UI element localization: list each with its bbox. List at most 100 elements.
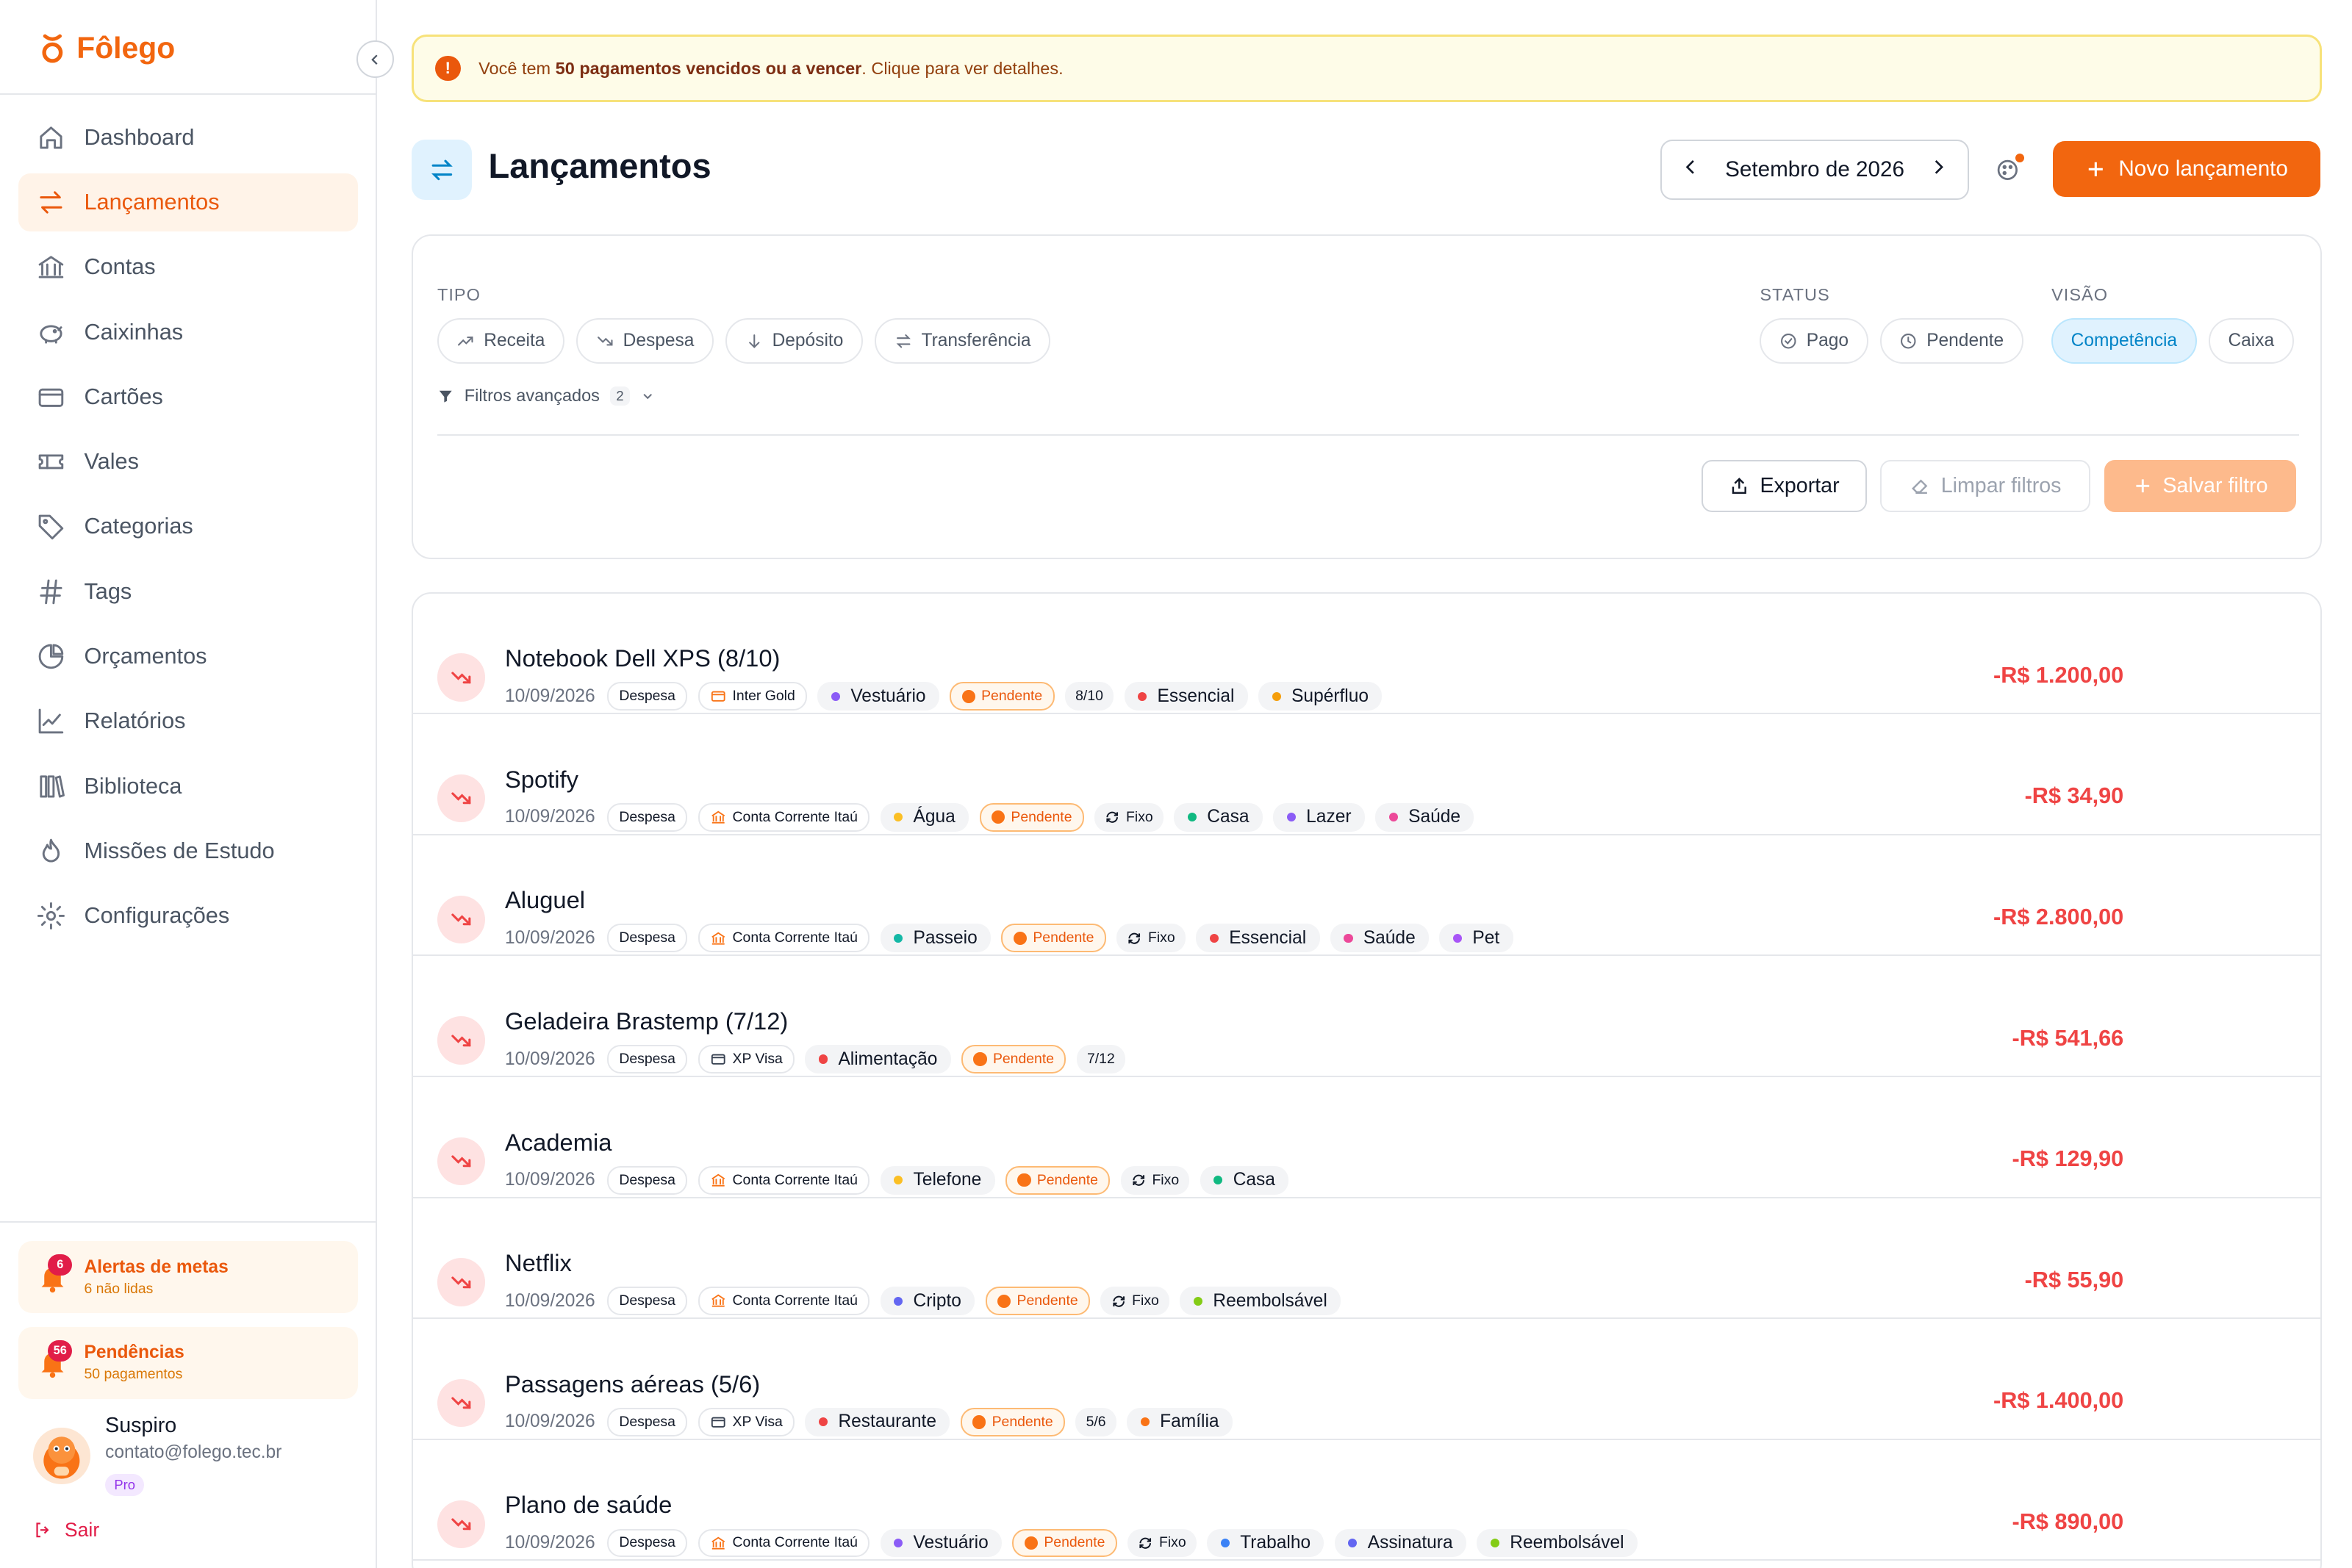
filter-chip-transferencia[interactable]: Transferência: [875, 318, 1051, 364]
sidebar-item-missoes-de-estudo[interactable]: Missões de Estudo: [18, 822, 358, 881]
sidebar-item-orcamentos[interactable]: Orçamentos: [18, 627, 358, 686]
next-month-button[interactable]: [1928, 157, 1949, 184]
transaction-row[interactable]: Plano de saúde 10/09/2026 Despesa Conta Cor…: [413, 1440, 2321, 1561]
tag-dot: [1272, 691, 1281, 701]
filter-chip-caixa[interactable]: Caixa: [2208, 318, 2294, 364]
advanced-filters-label: Filtros avançados: [464, 386, 600, 406]
filter-chip-deposito[interactable]: Depósito: [725, 318, 863, 364]
transaction-meta: 10/09/2026 Despesa XP Visa Alimentação Pende…: [505, 1045, 1126, 1073]
tag-label: Pet: [1472, 927, 1500, 948]
export-button[interactable]: Exportar: [1701, 459, 1867, 513]
filter-chip-pago[interactable]: Pago: [1760, 318, 1868, 364]
page-header: Lançamentos Setembro de 2026 Novo lançam…: [412, 140, 2322, 200]
type-badge: Despesa: [607, 1528, 688, 1558]
tag-label: Família: [1160, 1411, 1219, 1432]
plus-icon: [2089, 162, 2104, 176]
transaction-name: Geladeira Brastemp (7/12): [504, 1007, 789, 1035]
filter-icon: [439, 390, 452, 403]
category-dot: [818, 1054, 828, 1064]
recurring-badge: Fixo: [1100, 1287, 1170, 1316]
sidebar-item-relatorios[interactable]: Relatórios: [18, 692, 358, 751]
collapse-sidebar-button[interactable]: [356, 40, 394, 79]
sidebar-item-biblioteca[interactable]: Biblioteca: [18, 757, 358, 816]
tag-label: Saúde: [1363, 927, 1416, 948]
chip-icon: [1780, 333, 1796, 349]
transaction-row[interactable]: Spotify 10/09/2026 Despesa Conta Corrente I…: [413, 714, 2321, 835]
prev-month-button[interactable]: [1680, 157, 1702, 184]
transaction-amount: -R$ 34,90: [2024, 783, 2124, 809]
account-badge: Conta Corrente Itaú: [698, 1165, 870, 1195]
filter-chip-pendente[interactable]: Pendente: [1879, 318, 2023, 364]
transaction-row[interactable]: Netflix 10/09/2026 Despesa Conta Corrente I…: [413, 1198, 2321, 1320]
pending-card[interactable]: 56 Pendências 50 pagamentos: [18, 1326, 358, 1399]
goal-alerts-card[interactable]: 6 Alertas de metas 6 não lidas: [18, 1241, 358, 1314]
advanced-filters-toggle[interactable]: Filtros avançados 2: [437, 386, 656, 406]
piggy-bank-icon: [40, 325, 62, 344]
category-label: Vestuário: [850, 686, 926, 706]
transaction-row[interactable]: Aluguel 10/09/2026 Despesa Conta Corrente I…: [413, 835, 2321, 957]
tag-chip: Essencial: [1124, 682, 1248, 711]
status-badge: Pendente: [950, 682, 1055, 711]
clear-filters-button[interactable]: Limpar filtros: [1879, 459, 2091, 513]
overdue-banner[interactable]: ! Você tem 50 pagamentos vencidos ou a v…: [412, 35, 2323, 103]
tag-label: Assinatura: [1367, 1532, 1453, 1553]
tag-label: Essencial: [1229, 927, 1307, 948]
category-label: Passeio: [913, 927, 978, 948]
transaction-name: Spotify: [504, 765, 578, 793]
category-chip: Vestuário: [880, 1528, 1003, 1558]
sidebar-item-label: Configurações: [84, 903, 230, 929]
category-label: Alimentação: [838, 1049, 938, 1069]
recurring-badge: Fixo: [1120, 1165, 1190, 1195]
tag-icon: [38, 514, 64, 539]
account-badge: XP Visa: [698, 1407, 795, 1436]
tag-dot: [1344, 933, 1353, 943]
sidebar-item-dashboard[interactable]: Dashboard: [18, 108, 358, 167]
logo-icon: [42, 34, 63, 63]
expense-trend-icon: [437, 653, 486, 702]
save-filter-button[interactable]: Salvar filtro: [2104, 459, 2297, 513]
transaction-row[interactable]: Passagens aéreas (5/6) 10/09/2026 Despesa X…: [413, 1319, 2321, 1440]
transaction-row[interactable]: Academia 10/09/2026 Despesa Conta Corrente …: [413, 1077, 2321, 1198]
tag-label: Supérfluo: [1291, 686, 1369, 706]
tag-chip: Supérfluo: [1258, 682, 1383, 711]
transaction-list: Notebook Dell XPS (8/10) 10/09/2026 Despes…: [412, 591, 2323, 1568]
transaction-row[interactable]: Notebook Dell XPS (8/10) 10/09/2026 Despes…: [413, 594, 2321, 715]
sidebar-item-vales[interactable]: Vales: [18, 433, 358, 492]
category-label: Cripto: [913, 1290, 961, 1311]
transaction-amount: -R$ 1.400,00: [1993, 1388, 2124, 1414]
sidebar-item-categorias[interactable]: Categorias: [18, 497, 358, 556]
transfer-icon: [412, 140, 473, 200]
sidebar-item-caixinhas[interactable]: Caixinhas: [18, 303, 358, 362]
category-label: Telefone: [913, 1170, 982, 1190]
credit-card-icon: [711, 1054, 725, 1065]
account-label: Conta Corrente Itaú: [732, 1292, 858, 1309]
filter-chip-receita[interactable]: Receita: [437, 318, 564, 364]
chip-icon: [458, 336, 473, 346]
sidebar-item-lancamentos[interactable]: Lançamentos: [18, 173, 358, 232]
sidebar-item-contas[interactable]: Contas: [18, 238, 358, 297]
chip-label: Caixa: [2228, 331, 2275, 351]
logout-label: Sair: [64, 1519, 100, 1542]
alerts-title: Alertas de metas: [84, 1256, 229, 1277]
sidebar-item-cartoes[interactable]: Cartões: [18, 367, 358, 426]
new-transaction-button[interactable]: Novo lançamento: [2053, 141, 2321, 197]
divider: [0, 1221, 376, 1223]
transaction-row[interactable]: Geladeira Brastemp (7/12) 10/09/2026 Despe…: [413, 956, 2321, 1078]
sidebar-item-configuracoes[interactable]: Configurações: [18, 887, 358, 946]
chevron-left-icon: [371, 54, 378, 65]
theme-toggle-button[interactable]: [1988, 150, 2027, 189]
clock-icon: [961, 689, 975, 703]
divider: [437, 434, 2300, 436]
category-dot: [818, 1417, 828, 1427]
sidebar-item-tags[interactable]: Tags: [18, 562, 358, 621]
filter-chip-despesa[interactable]: Despesa: [576, 318, 714, 364]
logout-button[interactable]: Sair: [33, 1519, 99, 1542]
view-chips: Competência Caixa: [2051, 318, 2294, 364]
app-logo[interactable]: Fôlego: [40, 27, 175, 69]
filter-chip-competencia[interactable]: Competência: [2051, 318, 2197, 364]
installment-badge: 8/10: [1064, 682, 1114, 711]
account-badge: Conta Corrente Itaú: [698, 1287, 870, 1316]
tag-chip: Saúde: [1330, 924, 1430, 953]
user-profile[interactable]: Suspiro contato@folego.tec.br Pro: [32, 1412, 348, 1503]
tag-chip: Reembolsável: [1477, 1528, 1638, 1558]
